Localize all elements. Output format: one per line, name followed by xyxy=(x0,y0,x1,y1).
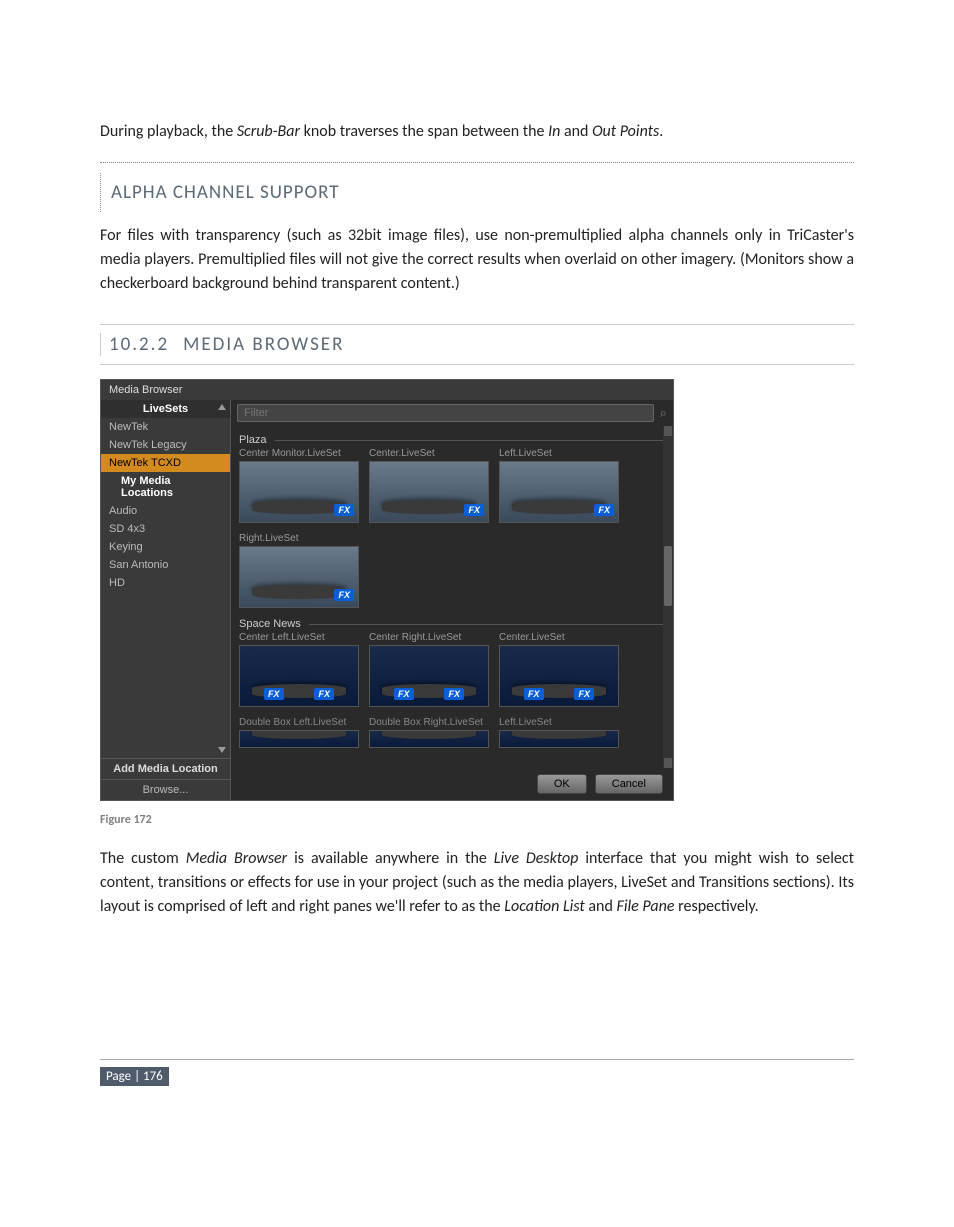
file-pane: ⌕ PlazaCenter Monitor.LiveSetFXCenter.Li… xyxy=(231,400,673,800)
location-item[interactable]: HD xyxy=(101,574,230,592)
thumb-label: Center Monitor.LiveSet xyxy=(239,448,359,459)
location-item[interactable]: SD 4x3 xyxy=(101,520,230,538)
cancel-button[interactable]: Cancel xyxy=(595,774,663,794)
liveset-thumb[interactable]: Left.LiveSet xyxy=(499,717,619,748)
fx-badge-icon: FX xyxy=(594,504,614,516)
out-points-term: Out Points xyxy=(592,122,659,141)
location-item[interactable]: San Antonio xyxy=(101,556,230,574)
page-number: Page | 176 xyxy=(100,1067,169,1086)
location-item[interactable]: My Media Locations xyxy=(101,472,230,502)
location-list-pane: LiveSets NewTekNewTek LegacyNewTek TCXDM… xyxy=(101,400,231,800)
location-item[interactable]: Audio xyxy=(101,502,230,520)
thumb-row: Center Left.LiveSetFXFXCenter Right.Live… xyxy=(239,632,665,707)
thumb-image: FX xyxy=(239,461,359,523)
thumb-label: Left.LiveSet xyxy=(499,448,619,459)
thumb-label: Center.LiveSet xyxy=(369,448,489,459)
location-item[interactable]: Keying xyxy=(101,538,230,556)
media-browser-titlebar: Media Browser xyxy=(101,380,673,400)
thumb-label: Right.LiveSet xyxy=(239,533,359,544)
search-icon[interactable]: ⌕ xyxy=(660,405,667,421)
thumb-row: Center Monitor.LiveSet FX Center.LiveSet FX… xyxy=(239,448,665,608)
group-label: Space News xyxy=(239,618,665,630)
in-term: In xyxy=(548,122,560,141)
location-list-header[interactable]: LiveSets xyxy=(101,400,230,418)
location-item[interactable]: NewTek TCXD xyxy=(101,454,230,472)
media-browser-section-heading: 10.2.2 MEDIA BROWSER xyxy=(100,324,854,365)
thumb-label: Double Box Right.LiveSet xyxy=(369,717,489,728)
thumb-label: Center Right.LiveSet xyxy=(369,632,489,643)
intro-and: and xyxy=(560,122,592,141)
liveset-thumb[interactable]: Double Box Left.LiveSet xyxy=(239,717,359,748)
liveset-thumb[interactable]: Left.LiveSet FX xyxy=(499,448,619,523)
scroll-up-icon[interactable] xyxy=(664,426,672,436)
liveset-thumb[interactable]: Double Box Right.LiveSet xyxy=(369,717,489,748)
thumb-row-clipped: Double Box Left.LiveSet Double Box Right.… xyxy=(239,717,665,748)
thumb-label: Center Left.LiveSet xyxy=(239,632,359,643)
scroll-down-icon[interactable] xyxy=(664,758,672,768)
section-number: 10.2.2 xyxy=(100,333,169,356)
fx-badge-icon: FX xyxy=(334,589,354,601)
fx-badge-icon: FX xyxy=(464,504,484,516)
sort-up-icon xyxy=(218,404,226,410)
chevron-down-icon xyxy=(218,747,226,753)
page-footer: Page | 176 xyxy=(100,1059,854,1086)
fx-badge-icon: FX xyxy=(444,688,464,700)
location-item[interactable]: NewTek Legacy xyxy=(101,436,230,454)
thumb-image xyxy=(239,730,359,748)
group-label: Plaza xyxy=(239,434,665,446)
scroll-thumb[interactable] xyxy=(664,546,672,606)
location-list-header-label: LiveSets xyxy=(143,403,188,415)
liveset-thumb[interactable]: Center Right.LiveSet FX FX xyxy=(369,632,489,707)
thumb-image xyxy=(369,730,489,748)
intro-end: . xyxy=(659,122,663,141)
intro-mid: knob traverses the span between the xyxy=(300,122,548,141)
thumb-label: Double Box Left.LiveSet xyxy=(239,717,359,728)
thumb-label: Center.LiveSet xyxy=(499,632,619,643)
browse-button[interactable]: Browse... xyxy=(101,779,230,800)
alpha-channel-heading: ALPHA CHANNEL SUPPORT xyxy=(100,173,854,212)
media-browser-window: Media Browser LiveSets NewTekNewTek Lega… xyxy=(100,379,674,801)
liveset-thumb[interactable]: Center Left.LiveSet FX FX xyxy=(239,632,359,707)
thumb-image: FX xyxy=(369,461,489,523)
fx-badge-icon: FX xyxy=(574,688,594,700)
location-scroll-down[interactable] xyxy=(101,742,230,758)
thumb-image xyxy=(499,730,619,748)
closing-paragraph: The custom Media Browser is available an… xyxy=(100,847,854,919)
filter-input[interactable] xyxy=(237,404,654,422)
fx-badge-icon: FX xyxy=(524,688,544,700)
liveset-thumb[interactable]: Center Monitor.LiveSet FX xyxy=(239,448,359,523)
figure-caption: Figure 172 xyxy=(100,813,854,827)
fx-badge-icon: FX xyxy=(394,688,414,700)
liveset-thumb[interactable]: Center.LiveSet FX xyxy=(369,448,489,523)
liveset-thumb[interactable]: Center.LiveSet FX FX xyxy=(499,632,619,707)
fx-badge-icon: FX xyxy=(264,688,284,700)
thumb-image: FX FX xyxy=(239,645,359,707)
thumb-label: Left.LiveSet xyxy=(499,717,619,728)
thumb-image: FX xyxy=(239,546,359,608)
thumb-image: FX FX xyxy=(369,645,489,707)
liveset-thumb[interactable]: Right.LiveSet FX xyxy=(239,533,359,608)
location-item[interactable]: NewTek xyxy=(101,418,230,436)
divider xyxy=(100,162,854,163)
fx-badge-icon: FX xyxy=(334,504,354,516)
alpha-channel-text: For files with transparency (such as 32b… xyxy=(100,224,854,296)
section-title: MEDIA BROWSER xyxy=(183,333,344,356)
intro-paragraph: During playback, the Scrub-Bar knob trav… xyxy=(100,120,854,144)
thumb-image: FX FX xyxy=(499,645,619,707)
intro-pre: During playback, the xyxy=(100,122,237,141)
add-media-location-button[interactable]: Add Media Location xyxy=(101,758,230,779)
ok-button[interactable]: OK xyxy=(537,774,587,794)
fx-badge-icon: FX xyxy=(314,688,334,700)
scrub-bar-term: Scrub-Bar xyxy=(237,122,300,141)
thumb-image: FX xyxy=(499,461,619,523)
file-pane-scrollbar[interactable] xyxy=(663,426,673,768)
